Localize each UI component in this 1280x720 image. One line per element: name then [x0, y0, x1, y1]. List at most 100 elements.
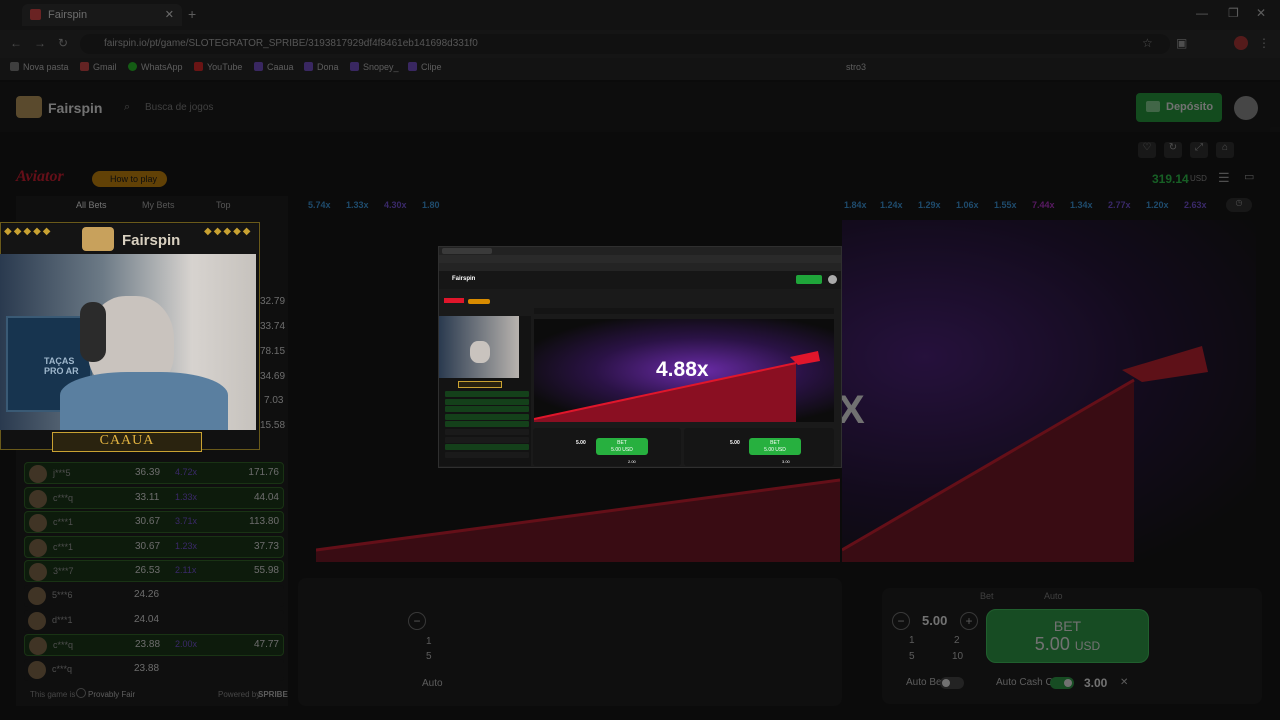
auto-bet-toggle[interactable] — [940, 677, 964, 689]
history-toggle-icon[interactable]: ◷ — [1226, 198, 1252, 212]
partial-win-value: 7.03 — [264, 395, 284, 406]
search-input[interactable]: Busca de jogos — [145, 102, 213, 113]
tab-top[interactable]: Top — [216, 200, 231, 210]
mini-name-plate — [458, 381, 502, 388]
bookmark-item[interactable]: stro3 — [846, 62, 866, 72]
extensions-icon[interactable]: ▣ — [1176, 36, 1187, 50]
fullscreen-icon[interactable]: ⤢ — [1190, 142, 1208, 158]
mode-tab-auto[interactable]: Auto — [1044, 591, 1063, 601]
quick-amount[interactable]: 1 — [909, 635, 915, 646]
bet-amount-field[interactable]: 5.00 — [922, 613, 947, 628]
forward-icon[interactable]: → — [34, 36, 46, 50]
user-avatar[interactable] — [1234, 96, 1258, 120]
maximize-icon[interactable]: ❐ — [1228, 6, 1239, 20]
bookmark-item[interactable]: YouTube — [194, 62, 242, 72]
mini-tab — [442, 248, 492, 254]
history-multiplier: 4.30x — [384, 200, 407, 210]
bookmark-item[interactable]: WhatsApp — [128, 62, 183, 72]
bet-win: 113.80 — [249, 516, 279, 528]
bet-multiplier: 1.23x — [175, 540, 198, 551]
bookmark-item[interactable]: Nova pasta — [10, 62, 69, 72]
mini-history-strip — [534, 308, 834, 314]
bookmark-item[interactable]: Snopey_ — [350, 62, 399, 72]
history-multiplier: 1.55x — [994, 200, 1017, 210]
history-multiplier: 1.06x — [956, 200, 979, 210]
bet-amount: 26.53 — [135, 565, 161, 577]
mini-site-header — [439, 271, 841, 289]
back-icon[interactable]: ← — [10, 36, 22, 50]
how-to-play-button[interactable]: How to play — [92, 171, 167, 187]
auto-cashout-toggle[interactable] — [1050, 677, 1074, 689]
bookmark-item[interactable]: Clipe — [408, 62, 442, 72]
provably-fair-badge[interactable]: Provably Fair — [88, 690, 135, 699]
mini-bet-sub: 5.00 USD — [764, 447, 786, 453]
home-icon[interactable]: ⌂ — [1216, 142, 1234, 158]
partial-win-value: 34.69 — [260, 371, 286, 382]
bookmarks-bar — [0, 58, 1280, 80]
tab-my-bets[interactable]: My Bets — [142, 200, 175, 210]
new-tab-icon[interactable]: + — [188, 6, 196, 22]
mode-tab-bet[interactable]: Bet — [980, 591, 994, 601]
bet-button-amount: 5.00 — [1034, 634, 1070, 654]
bet-amount: 23.88 — [135, 639, 161, 651]
close-tab-icon[interactable]: ✕ — [165, 8, 174, 21]
quick-amount[interactable]: 10 — [952, 651, 963, 662]
bet-button[interactable]: BET 5.00 USD — [986, 609, 1149, 663]
url-field[interactable]: fairspin.io/pt/game/SLOTEGRATOR_SPRIBE/3… — [80, 34, 1170, 54]
increase-amount-icon[interactable]: + — [960, 612, 978, 630]
game-curve-right — [842, 346, 1208, 562]
headset-icon — [80, 302, 106, 362]
mini-bet-row — [445, 436, 529, 443]
refresh-icon[interactable]: ↻ — [1164, 142, 1182, 158]
bet-multiplier: 3.71x — [175, 516, 198, 527]
bookmark-item[interactable]: Caaua — [254, 62, 294, 72]
mini-bet-row — [445, 421, 529, 428]
menu-kebab-icon[interactable]: ⋮ — [1258, 36, 1270, 50]
mini-bet-row — [445, 406, 529, 413]
bet-row: c***q 23.88 — [24, 658, 284, 681]
quick-amount[interactable]: 5 — [426, 651, 432, 662]
tab-title: Fairspin — [48, 9, 88, 21]
tab-all-bets[interactable]: All Bets — [76, 200, 107, 210]
partial-win-value: 78.15 — [260, 346, 286, 357]
quick-amount[interactable]: 5 — [909, 651, 915, 662]
powered-by-label: Powered by — [218, 690, 261, 699]
bet-win: 55.98 — [253, 565, 279, 577]
history-multiplier: 1.80 — [422, 200, 440, 210]
wallet-icon — [1146, 101, 1160, 112]
bet-row: c***q 23.88 2.00x 47.77 — [24, 634, 284, 657]
deposit-button[interactable]: Depósito — [1136, 93, 1222, 122]
chat-icon[interactable]: ▭ — [1244, 170, 1254, 183]
profile-avatar[interactable] — [1234, 36, 1248, 50]
overlay-brand: Fairspin — [122, 232, 181, 249]
favorite-icon[interactable]: ♡ — [1138, 142, 1156, 158]
screen: Fairspin ✕ + — ❐ ✕ ← → ↻ fairspin.io/pt/… — [0, 0, 1280, 720]
deposit-label: Depósito — [1166, 101, 1214, 113]
minimize-icon[interactable]: — — [1196, 6, 1208, 20]
history-multiplier: 1.29x — [918, 200, 941, 210]
mini-bookmarks-bar — [439, 263, 841, 271]
decrease-amount-icon[interactable]: − — [408, 612, 426, 630]
bookmark-item[interactable]: Gmail — [80, 62, 117, 72]
bet-amount: 24.04 — [134, 613, 160, 625]
reload-icon[interactable]: ↻ — [58, 36, 68, 50]
history-multiplier: 5.74x — [308, 200, 331, 210]
bet-amount: 30.67 — [135, 540, 161, 552]
bookmark-star-icon[interactable]: ☆ — [1142, 36, 1153, 50]
auto-cashout-field[interactable]: 3.00 — [1084, 676, 1107, 690]
spribe-logo: SPRIBE — [258, 690, 288, 699]
bookmark-item[interactable]: Dona — [304, 62, 339, 72]
mini-logo: Fairspin — [452, 276, 476, 282]
mini-bet-row — [445, 429, 529, 435]
decrease-amount-icon[interactable]: − — [892, 612, 910, 630]
user-avatar-icon — [29, 489, 47, 508]
hamburger-menu-icon[interactable]: ☰ — [1218, 170, 1230, 186]
clear-icon[interactable]: ✕ — [1120, 677, 1128, 688]
browser-tab[interactable]: Fairspin ✕ — [22, 4, 182, 26]
close-window-icon[interactable]: ✕ — [1256, 6, 1266, 20]
quick-amount[interactable]: 2 — [954, 635, 960, 646]
user-avatar-icon — [29, 514, 47, 533]
quick-amount[interactable]: 1 — [426, 636, 432, 647]
site-logo[interactable]: Fairspin — [48, 100, 102, 116]
frame-ornament-right: ◆◆◆◆◆ — [204, 226, 253, 237]
